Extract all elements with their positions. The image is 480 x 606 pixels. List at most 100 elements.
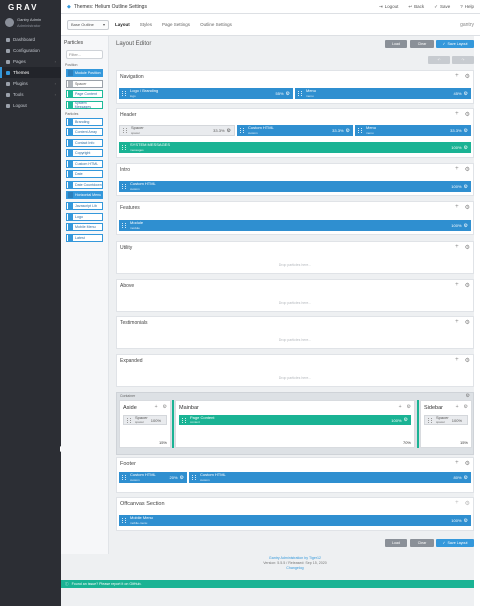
drop-zone[interactable]: Drop particles here...: [117, 263, 473, 267]
tab-page-settings[interactable]: Page Settings: [162, 22, 190, 27]
layout-block[interactable]: Menu menu 45% ⚙: [295, 88, 471, 99]
particle-contact-info[interactable]: Contact Info: [66, 138, 103, 147]
load-button[interactable]: Load: [385, 40, 407, 48]
particle-content-array[interactable]: Content Array: [66, 128, 103, 136]
gear-icon[interactable]: ⚙: [464, 223, 468, 229]
sidebar-item-plugins[interactable]: Plugins ›: [0, 78, 61, 89]
changelog-link[interactable]: Changelog: [116, 566, 474, 571]
sidebar-item-logout[interactable]: Logout: [0, 100, 61, 111]
plus-icon[interactable]: +: [455, 282, 459, 289]
issue-notice[interactable]: ⓘ Found an issue? Please report it on Gi…: [61, 580, 474, 588]
gear-icon[interactable]: ⚙: [180, 475, 184, 481]
gear-icon[interactable]: ⚙: [465, 319, 470, 326]
sidebar-item-themes[interactable]: Themes: [0, 67, 61, 78]
clear-button-bottom[interactable]: Clear: [410, 539, 434, 547]
layout-block[interactable]: Module module 100% ⚙: [119, 220, 471, 231]
plus-icon[interactable]: +: [455, 244, 459, 251]
sidebar-item-dashboard[interactable]: Dashboard: [0, 34, 61, 45]
particle-javascript-lib[interactable]: Javascript Lib: [66, 202, 103, 210]
gear-icon[interactable]: ⚙: [465, 204, 470, 211]
tab-styles[interactable]: Styles: [140, 22, 152, 27]
drop-zone[interactable]: Drop particles here...: [117, 376, 473, 380]
column-resize-handle[interactable]: [417, 400, 419, 448]
plus-icon[interactable]: +: [399, 404, 402, 410]
layout-block[interactable]: Custom HTML custom 20% ⚙: [119, 472, 187, 483]
plus-icon[interactable]: +: [455, 111, 459, 118]
layout-block[interactable]: Mobile Menu mobile-menu 100% ⚙: [119, 515, 471, 526]
layout-block[interactable]: Custom HTML custom 80% ⚙: [189, 472, 471, 483]
gear-icon[interactable]: ⚙: [464, 518, 468, 524]
particle-date[interactable]: Date: [66, 170, 103, 178]
particle-date-countdown[interactable]: Date Countdown: [66, 180, 103, 189]
layout-block[interactable]: SYSTEM MESSAGES messages 100% ⚙: [119, 142, 471, 153]
gear-icon[interactable]: ⚙: [464, 184, 468, 190]
clear-button[interactable]: Clear: [410, 40, 434, 48]
plus-icon[interactable]: +: [455, 166, 459, 173]
gear-icon[interactable]: ⚙: [464, 475, 468, 481]
gear-icon[interactable]: ⚙: [464, 128, 468, 134]
gear-icon[interactable]: ⚙: [465, 282, 470, 289]
particle-mobile-menu[interactable]: Mobile Menu: [66, 223, 103, 231]
help-button[interactable]: ? Help: [460, 4, 474, 10]
gear-icon[interactable]: ⚙: [464, 91, 468, 97]
plus-icon[interactable]: +: [455, 357, 459, 364]
particle-copyright[interactable]: Copyright: [66, 149, 103, 157]
plus-icon[interactable]: +: [455, 73, 459, 80]
layout-block[interactable]: Page Content content 100% ⚙: [179, 415, 411, 425]
plus-icon[interactable]: +: [455, 500, 459, 507]
save-layout-button[interactable]: ✓ Save Layout: [436, 40, 474, 48]
plus-icon[interactable]: +: [155, 404, 158, 410]
particle-horizontal-menu[interactable]: Horizontal Menu: [66, 191, 103, 199]
particle-custom-html[interactable]: Custom HTML: [66, 159, 103, 168]
gear-icon[interactable]: ⚙: [465, 500, 470, 507]
gear-icon[interactable]: ⚙: [465, 244, 470, 251]
plus-icon[interactable]: +: [455, 204, 459, 211]
gear-icon[interactable]: ⚙: [464, 145, 468, 151]
back-button[interactable]: ↩ Back: [408, 4, 424, 10]
particle-latest[interactable]: Latest: [66, 233, 103, 242]
gear-icon[interactable]: ⚙: [227, 128, 231, 134]
gear-icon[interactable]: ⚙: [465, 166, 470, 173]
layout-block[interactable]: Custom HTML custom 33.3% ⚙: [237, 125, 353, 136]
particle-page-content[interactable]: Page Content: [66, 90, 103, 98]
gear-icon[interactable]: ⚙: [407, 404, 411, 410]
sidebar-item-tools[interactable]: Tools ›: [0, 89, 61, 100]
user-panel[interactable]: Gantry Admin Administrator: [0, 14, 61, 31]
undo-button[interactable]: ↶: [428, 56, 450, 64]
gear-icon[interactable]: ⚙: [465, 73, 470, 80]
gear-icon[interactable]: ⚙: [465, 460, 470, 467]
save-button[interactable]: ✓ Save: [434, 4, 450, 10]
tab-layout[interactable]: Layout: [115, 22, 130, 27]
sidebar-item-configuration[interactable]: Configuration: [0, 45, 61, 56]
particles-filter-input[interactable]: Filter...: [66, 50, 103, 59]
particle-spacer[interactable]: Spacer: [66, 79, 103, 88]
particle-module-position[interactable]: Module Position: [66, 69, 103, 77]
gear-icon[interactable]: ⚙: [466, 393, 470, 399]
logout-button[interactable]: ⇥ Logout: [379, 4, 399, 10]
layout-block[interactable]: Menu menu 33.3% ⚙: [355, 125, 471, 136]
particle-system-messages[interactable]: System Messages: [66, 100, 103, 109]
tab-outline-settings[interactable]: Outline Settings: [200, 22, 232, 27]
column-resize-handle[interactable]: [172, 400, 174, 448]
gear-icon[interactable]: ⚙: [404, 417, 408, 423]
load-button-bottom[interactable]: Load: [385, 539, 407, 547]
particle-branding[interactable]: Branding: [66, 117, 103, 126]
sidebar-item-pages[interactable]: Pages ›: [0, 56, 61, 67]
layout-block[interactable]: Custom HTML custom 100% ⚙: [119, 181, 471, 192]
particle-logo[interactable]: Logo: [66, 212, 103, 221]
layout-block[interactable]: Logo / Branding logo 55% ⚙: [119, 88, 293, 99]
grav-logo[interactable]: GRAV: [0, 0, 61, 14]
drop-zone[interactable]: Drop particles here...: [117, 301, 473, 305]
save-layout-button-bottom[interactable]: ✓ Save Layout: [436, 539, 474, 547]
drop-zone[interactable]: Drop particles here...: [117, 338, 473, 342]
outline-select[interactable]: Base Outline ▾: [67, 19, 109, 30]
gear-icon[interactable]: ⚙: [465, 357, 470, 364]
gear-icon[interactable]: ⚙: [464, 404, 468, 410]
plus-icon[interactable]: +: [455, 319, 459, 326]
layout-block[interactable]: Spacer spacer 100%: [424, 415, 468, 425]
layout-block[interactable]: Spacer spacer 33.3% ⚙: [119, 125, 235, 136]
gear-icon[interactable]: ⚙: [465, 111, 470, 118]
plus-icon[interactable]: +: [455, 460, 459, 467]
gear-icon[interactable]: ⚙: [286, 91, 290, 97]
gear-icon[interactable]: ⚙: [346, 128, 350, 134]
